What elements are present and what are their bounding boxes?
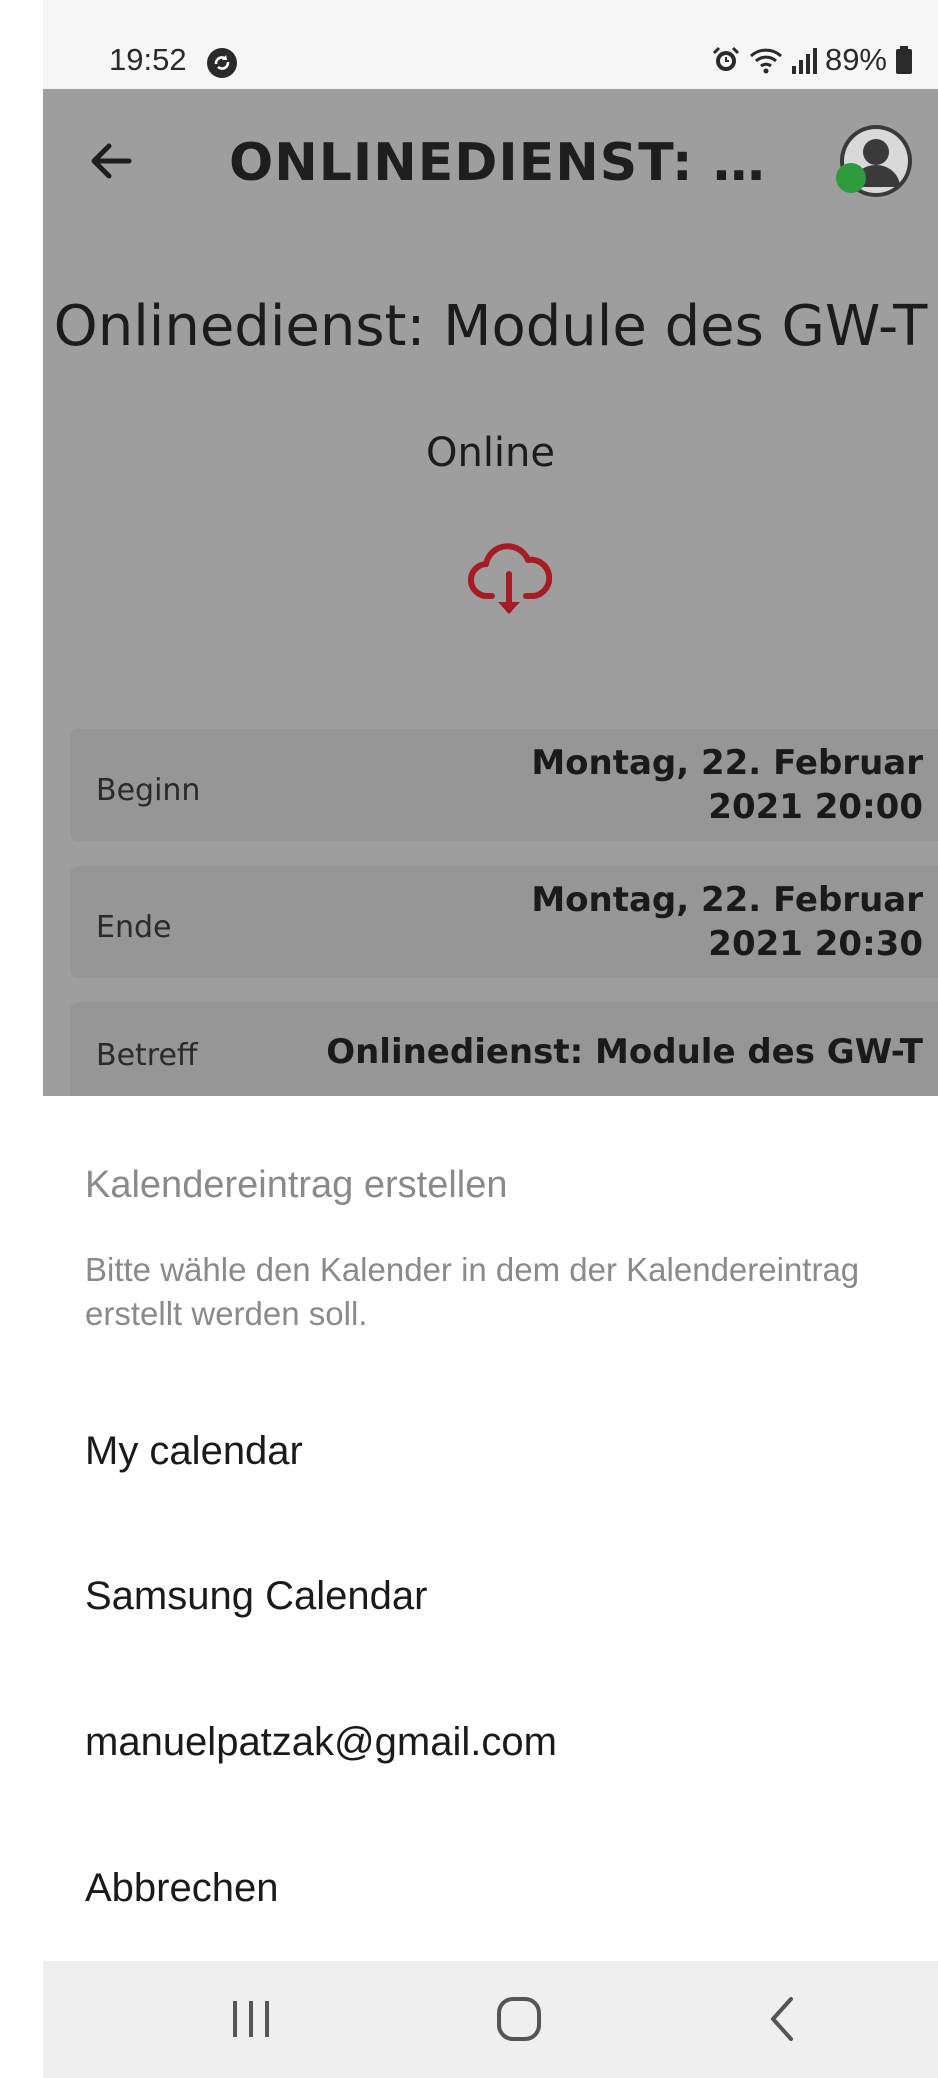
option-samsung-calendar[interactable]: Samsung Calendar bbox=[85, 1574, 427, 1619]
home-icon[interactable] bbox=[489, 1991, 549, 2047]
online-status-badge bbox=[836, 163, 866, 193]
option-gmail-calendar[interactable]: manuelpatzak@gmail.com bbox=[85, 1720, 557, 1765]
phone-screen: 19:52 89% ONLINEDIENST: M... Onlinediens… bbox=[43, 0, 938, 2078]
option-my-calendar[interactable]: My calendar bbox=[85, 1429, 303, 1474]
calendar-chooser-dialog: Kalendereintrag erstellen Bitte wähle de… bbox=[43, 1096, 938, 1961]
cloud-download-icon[interactable] bbox=[468, 536, 553, 620]
detail-row-end: Ende Montag, 22. Februar 2021 20:30 bbox=[70, 866, 938, 978]
page-title: ONLINEDIENST: M... bbox=[229, 133, 809, 193]
back-icon[interactable] bbox=[753, 1991, 813, 2047]
status-icons: 89% bbox=[711, 42, 913, 78]
detail-value: Montag, 22. Februar 2021 20:30 bbox=[531, 880, 923, 964]
cancel-button[interactable]: Abbrechen bbox=[85, 1866, 278, 1911]
sync-icon bbox=[206, 47, 238, 79]
event-detail: Onlinedienst: Module des GW-T Online Beg… bbox=[43, 234, 938, 1096]
wifi-icon bbox=[749, 45, 783, 75]
dialog-title: Kalendereintrag erstellen bbox=[85, 1164, 508, 1206]
detail-value: Montag, 22. Februar 2021 20:00 bbox=[531, 743, 923, 827]
detail-label: Beginn bbox=[96, 773, 201, 808]
system-nav-bar bbox=[43, 1961, 938, 2078]
battery-icon bbox=[895, 46, 913, 74]
detail-row-subject: Betreff Onlinedienst: Module des GW-T bbox=[70, 1002, 938, 1096]
status-bar: 19:52 89% bbox=[43, 0, 938, 89]
dialog-message: Bitte wähle den Kalender in dem der Kale… bbox=[85, 1251, 860, 1332]
recent-apps-icon[interactable] bbox=[221, 1991, 281, 2047]
clock: 19:52 bbox=[109, 42, 187, 77]
detail-value: Onlinedienst: Module des GW-T bbox=[326, 1032, 923, 1072]
signal-icon bbox=[791, 46, 817, 74]
battery-percent: 89% bbox=[824, 42, 887, 77]
detail-label: Ende bbox=[96, 910, 172, 945]
detail-row-begin: Beginn Montag, 22. Februar 2021 20:00 bbox=[70, 729, 938, 841]
detail-label: Betreff bbox=[96, 1038, 198, 1073]
arrow-left-icon[interactable] bbox=[85, 135, 137, 187]
app-header: ONLINEDIENST: M... bbox=[43, 89, 938, 234]
event-location: Online bbox=[425, 430, 556, 476]
alarm-icon bbox=[711, 45, 741, 75]
event-title: Onlinedienst: Module des GW-T bbox=[53, 294, 928, 359]
